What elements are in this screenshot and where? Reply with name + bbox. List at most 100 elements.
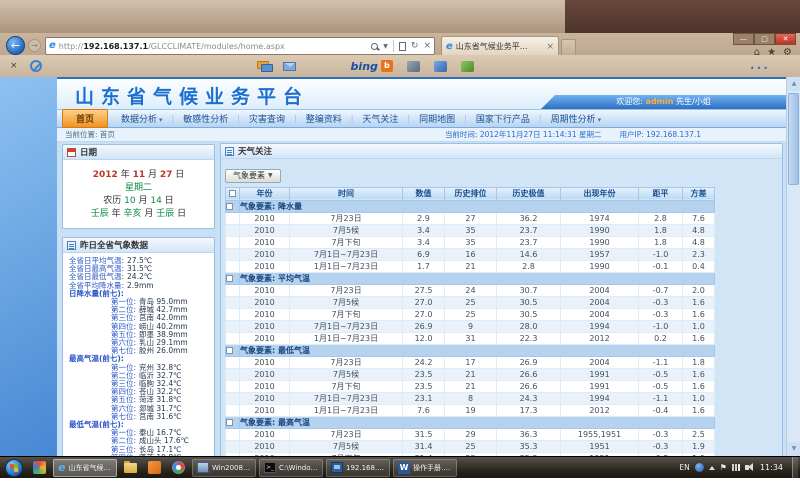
table-row[interactable]: 20107月5候23.52126.61991-0.51.6 xyxy=(226,368,715,380)
table-row[interactable]: 20107月1日~7月23日26.9928.01994-1.01.0 xyxy=(226,320,715,332)
nav-item-8[interactable]: 周期性分析▾ xyxy=(542,112,611,125)
taskbar-icon-3[interactable] xyxy=(144,459,165,477)
page-content: 山东省气候业务平台 欢迎您: admin 先生/小姐 首页数据分析▾|敏感性分析… xyxy=(57,77,786,456)
show-desktop-button[interactable] xyxy=(792,457,798,479)
more-options-icon[interactable]: ••• xyxy=(750,64,770,73)
table-row[interactable]: 20107月下旬23.52126.61991-0.51.6 xyxy=(226,380,715,392)
browser-back-button[interactable]: ← xyxy=(6,36,25,55)
close-button[interactable]: ✕ xyxy=(775,33,796,45)
table-cell: 23.1 xyxy=(403,392,445,404)
scroll-down-icon[interactable]: ▼ xyxy=(787,442,800,456)
select-all-checkbox[interactable] xyxy=(229,190,236,197)
group-checkbox[interactable] xyxy=(226,347,233,354)
language-indicator[interactable]: EN xyxy=(679,463,689,472)
addon-icon-1[interactable] xyxy=(407,61,420,72)
nav-item-6[interactable]: 同期地图 xyxy=(410,112,464,125)
table-cell: 1.8 xyxy=(639,224,683,236)
group-checkbox[interactable] xyxy=(226,275,233,282)
volume-icon[interactable] xyxy=(745,465,749,470)
browser-forward-button[interactable]: → xyxy=(28,39,41,52)
dropdown-arrow-icon[interactable]: ▼ xyxy=(383,43,388,50)
taskbar-icon-2[interactable] xyxy=(120,459,141,477)
action-center-flag-icon[interactable]: ⚑ xyxy=(720,463,727,472)
stop-icon[interactable]: × xyxy=(423,41,431,51)
remote-icon xyxy=(331,462,343,473)
date-segment: 10 xyxy=(124,196,135,206)
taskbar-task-1[interactable]: e山东省气候业... xyxy=(53,459,117,477)
table-cell: 25 xyxy=(445,440,497,452)
table-row[interactable]: 20101月1日~7月23日1.7212.81990-0.10.4 xyxy=(226,260,715,272)
taskbar-icon-4[interactable] xyxy=(168,459,189,477)
nav-item-0[interactable]: 首页 xyxy=(62,109,108,128)
table-cell: 2012 xyxy=(561,404,639,416)
blocked-icon[interactable] xyxy=(30,60,42,72)
nav-item-2[interactable]: 敏感性分析 xyxy=(174,112,237,125)
table-cell: 7月23日 xyxy=(290,284,403,296)
table-row[interactable]: 20107月下旬3.43523.719901.84.8 xyxy=(226,236,715,248)
table-cell: 2004 xyxy=(561,284,639,296)
addon-icon-3[interactable] xyxy=(461,61,474,72)
group-checkbox[interactable] xyxy=(226,203,233,210)
table-row[interactable]: 20107月23日24.21726.92004-1.11.8 xyxy=(226,356,715,368)
dropdown-arrow-icon: ▾ xyxy=(598,116,602,124)
table-row[interactable]: 20107月23日31.52936.31955,1951-0.32.5 xyxy=(226,428,715,440)
table-row[interactable]: 20107月下旬27.02530.52004-0.31.6 xyxy=(226,308,715,320)
refresh-icon[interactable]: ↻ xyxy=(411,41,419,51)
table-row[interactable]: 20101月1日~7月23日7.61917.32012-0.41.6 xyxy=(226,404,715,416)
address-bar[interactable]: e http://192.168.137.1/GLCCLIMATE/module… xyxy=(45,37,435,55)
taskbar-task-8[interactable]: W操作手册.docx ... xyxy=(393,459,457,477)
browser-tab[interactable]: e 山东省气候业务平... × xyxy=(441,36,559,56)
table-row[interactable]: 20107月5候31.42535.31951-0.31.9 xyxy=(226,440,715,452)
taskbar-task-7[interactable]: 192.168.59.99... xyxy=(326,459,390,477)
nav-item-3[interactable]: 灾害查询 xyxy=(240,112,294,125)
bing-toolbar-logo[interactable]: bing b xyxy=(351,60,393,73)
element-filter-button[interactable]: 气象要素 ▼ xyxy=(225,169,281,183)
table-cell: 1974 xyxy=(561,212,639,224)
minimize-button[interactable]: — xyxy=(733,33,754,45)
tray-app-icon[interactable] xyxy=(695,463,704,472)
table-row[interactable]: 20107月1日~7月23日23.1824.31994-1.11.0 xyxy=(226,392,715,404)
table-row[interactable]: 20107月5候3.43523.719901.84.8 xyxy=(226,224,715,236)
date-panel-body: 2012 年 11 月 27 日星期二农历 10 月 14 日壬辰 年 辛亥 月… xyxy=(63,160,214,228)
taskbar-task-6[interactable]: >_C:\Windows\s... xyxy=(259,459,323,477)
nav-item-4[interactable]: 整编资料 xyxy=(297,112,351,125)
nav-item-7[interactable]: 国家下行产品 xyxy=(467,112,539,125)
tray-expand-icon[interactable] xyxy=(709,466,715,470)
nav-item-5[interactable]: 天气关注 xyxy=(353,112,407,125)
climate-data-table: 年份时间数值历史排位历史极值出现年份距平方差 气象要素: 降水量20107月23… xyxy=(225,187,715,457)
table-row[interactable]: 20101月1日~7月23日12.03122.320120.21.6 xyxy=(226,332,715,344)
compatibility-icon[interactable] xyxy=(399,42,406,51)
scroll-up-icon[interactable]: ▲ xyxy=(787,77,800,91)
main-panel-header: 天气关注 xyxy=(221,144,782,159)
taskbar-task-5[interactable]: Win2008 (VS2... xyxy=(192,459,256,477)
group-row: 气象要素: 最高气温 xyxy=(226,416,715,428)
mail-icon[interactable] xyxy=(283,62,296,71)
column-header: 距平 xyxy=(639,187,683,200)
taskbar-clock[interactable]: 11:34 xyxy=(760,463,783,472)
table-row[interactable]: 20107月23日27.52430.72004-0.72.0 xyxy=(226,284,715,296)
new-tab-button[interactable] xyxy=(561,39,576,56)
weather-focus-panel: 天气关注 气象要素 ▼ 年份时间数值历史排位历史极值出现年份距平方差 xyxy=(220,143,783,456)
table-cell: 31.5 xyxy=(403,428,445,440)
url-text[interactable]: http://192.168.137.1/GLCCLIMATE/modules/… xyxy=(59,42,368,51)
start-button[interactable] xyxy=(5,459,23,477)
group-checkbox[interactable] xyxy=(226,419,233,426)
addon-icon-2[interactable] xyxy=(434,61,447,72)
cards-icon[interactable] xyxy=(257,61,273,72)
scrollbar-thumb[interactable] xyxy=(788,93,799,185)
table-cell: 27.0 xyxy=(403,296,445,308)
tab-close-icon[interactable]: × xyxy=(546,42,554,52)
nav-item-1[interactable]: 数据分析▾ xyxy=(112,112,172,125)
table-row[interactable]: 20107月5候27.02530.52004-0.31.6 xyxy=(226,296,715,308)
scrollbar[interactable]: ▲ ▼ xyxy=(786,77,800,456)
table-row[interactable]: 20107月1日~7月23日6.91614.61957-1.02.3 xyxy=(226,248,715,260)
taskbar-icon-0[interactable] xyxy=(29,459,50,477)
search-icon[interactable] xyxy=(371,43,378,50)
table-cell: -0.5 xyxy=(639,368,683,380)
date-segment: 月 xyxy=(136,196,151,206)
table-row[interactable]: 20107月23日2.92736.219742.87.6 xyxy=(226,212,715,224)
maximize-button[interactable]: ▢ xyxy=(754,33,775,45)
close-toolbar-icon[interactable]: × xyxy=(10,61,18,71)
network-icon[interactable] xyxy=(732,464,740,471)
weather-data-panel: 昨日全省气象数据 全省日平均气温:27.5℃全省日最高气温:31.5℃全省日最低… xyxy=(62,237,215,456)
